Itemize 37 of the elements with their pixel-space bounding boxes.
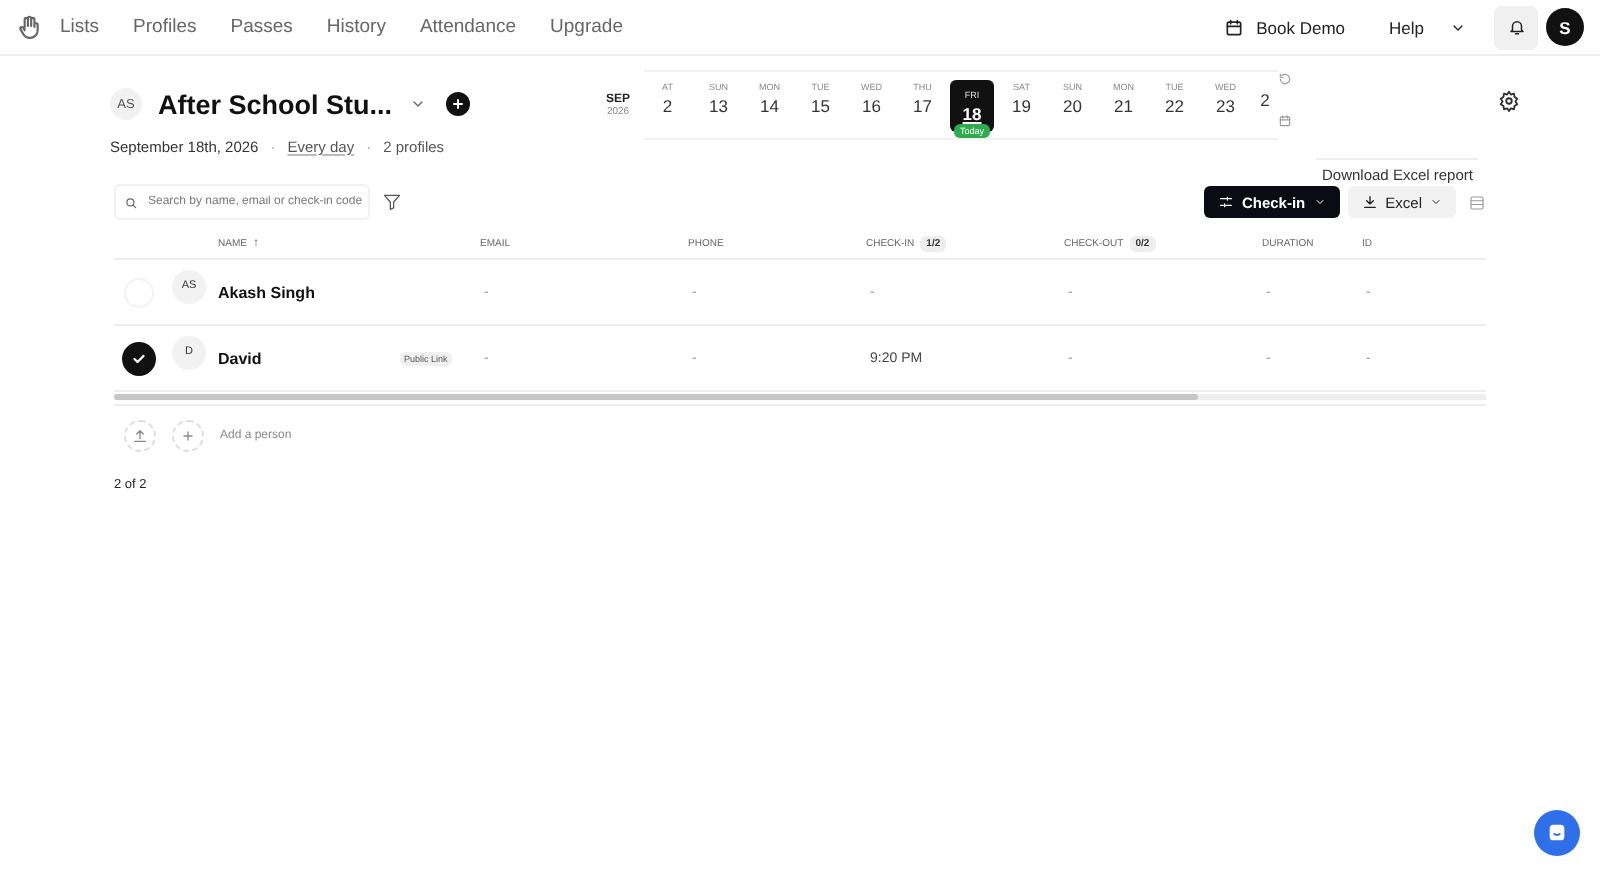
chevron-down-icon xyxy=(410,96,427,112)
scrollbar[interactable] xyxy=(114,394,1198,400)
user-avatar[interactable]: S xyxy=(1546,8,1584,46)
search-icon xyxy=(124,196,138,210)
import-button[interactable] xyxy=(124,419,156,451)
chat-button[interactable] xyxy=(1534,810,1580,856)
upload-icon xyxy=(132,427,148,443)
nav-link[interactable]: Lists xyxy=(60,16,100,38)
nav-link[interactable]: Upgrade xyxy=(550,16,623,38)
nav-link[interactable]: Profiles xyxy=(133,16,197,38)
notification-button[interactable] xyxy=(1494,5,1538,49)
nav-link[interactable]: Attendance xyxy=(419,16,517,38)
chevron-down-icon xyxy=(1313,196,1326,208)
check-icon xyxy=(130,349,148,367)
columns-button[interactable] xyxy=(1468,193,1486,211)
plus-icon xyxy=(180,427,196,443)
columns-icon xyxy=(1468,193,1486,211)
plus-icon xyxy=(450,96,467,112)
reset-icon xyxy=(1277,71,1292,85)
add-button[interactable] xyxy=(446,92,471,116)
person-name[interactable]: David xyxy=(212,349,394,367)
nav-link[interactable]: Passes xyxy=(230,16,293,38)
bell-icon xyxy=(1507,18,1525,36)
chat-icon xyxy=(1546,822,1568,844)
download-icon xyxy=(1361,194,1378,210)
row-checkbox[interactable] xyxy=(122,341,156,375)
chevron-down-icon xyxy=(1430,196,1442,208)
hand-icon xyxy=(16,14,42,40)
calendar-icon xyxy=(1224,17,1245,37)
nav-link[interactable]: History xyxy=(326,16,386,38)
date-item[interactable]: 2 xyxy=(1253,72,1278,138)
person-name[interactable]: Akash Singh xyxy=(212,283,394,301)
sliders-icon xyxy=(1217,194,1234,210)
filter-icon xyxy=(382,192,402,212)
calendar-icon xyxy=(1277,113,1292,127)
settings-icon xyxy=(1497,90,1520,112)
list-title[interactable]: After School Stu... xyxy=(158,89,393,119)
